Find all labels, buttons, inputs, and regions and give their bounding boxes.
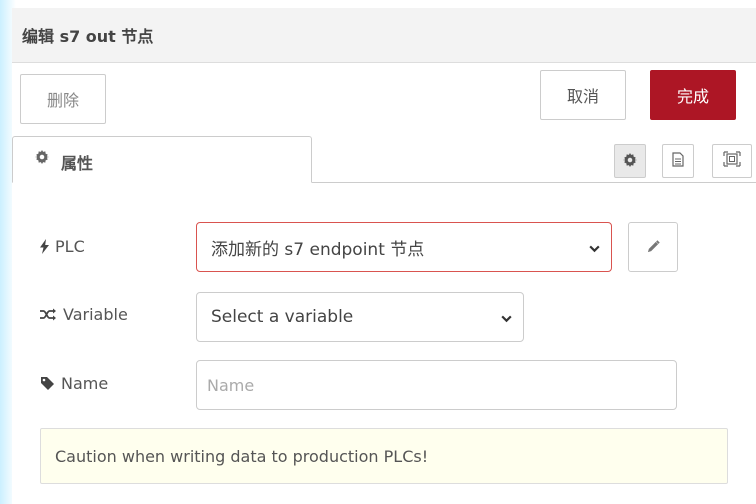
gear-icon xyxy=(35,150,49,168)
tray-header: 编辑 s7 out 节点 xyxy=(12,8,756,63)
frame-icon xyxy=(723,151,741,171)
edit-node-tray: 编辑 s7 out 节点 删除 取消 完成 属性 PLC 添加新的 s7 end… xyxy=(12,8,756,504)
caution-text: Caution when writing data to production … xyxy=(55,446,429,466)
tag-icon xyxy=(40,376,55,391)
plc-select-value: 添加新的 s7 endpoint 节点 xyxy=(211,239,425,260)
bolt-icon xyxy=(40,239,49,254)
chevron-down-icon xyxy=(588,240,601,260)
appearance-tool-button[interactable] xyxy=(712,144,752,178)
tab-bar: 属性 xyxy=(12,132,756,183)
file-icon xyxy=(672,151,684,171)
description-tool-button[interactable] xyxy=(662,144,694,178)
variable-select-value: Select a variable xyxy=(211,307,354,327)
caution-notice: Caution when writing data to production … xyxy=(40,428,728,484)
name-input[interactable] xyxy=(196,360,677,410)
edit-endpoint-button[interactable] xyxy=(628,222,678,272)
variable-label: Variable xyxy=(63,305,128,324)
name-label: Name xyxy=(61,374,109,393)
random-icon xyxy=(40,308,57,321)
plc-select[interactable]: 添加新的 s7 endpoint 节点 xyxy=(196,222,612,272)
delete-button[interactable]: 删除 xyxy=(20,74,106,124)
variable-select[interactable]: Select a variable xyxy=(196,292,524,342)
tab-properties-label: 属性 xyxy=(61,154,94,173)
plc-label: PLC xyxy=(55,237,85,256)
tab-properties[interactable]: 属性 xyxy=(12,136,312,183)
tray-title: 编辑 s7 out 节点 xyxy=(22,27,154,46)
done-button[interactable]: 完成 xyxy=(650,70,736,120)
gear-icon xyxy=(623,152,637,171)
chevron-down-icon xyxy=(500,310,513,330)
name-label-row: Name xyxy=(40,374,108,393)
cancel-button[interactable]: 取消 xyxy=(540,70,626,120)
pencil-icon xyxy=(647,238,660,257)
variable-label-row: Variable xyxy=(40,305,128,324)
plc-label-row: PLC xyxy=(40,237,85,256)
settings-tool-button[interactable] xyxy=(614,144,646,178)
